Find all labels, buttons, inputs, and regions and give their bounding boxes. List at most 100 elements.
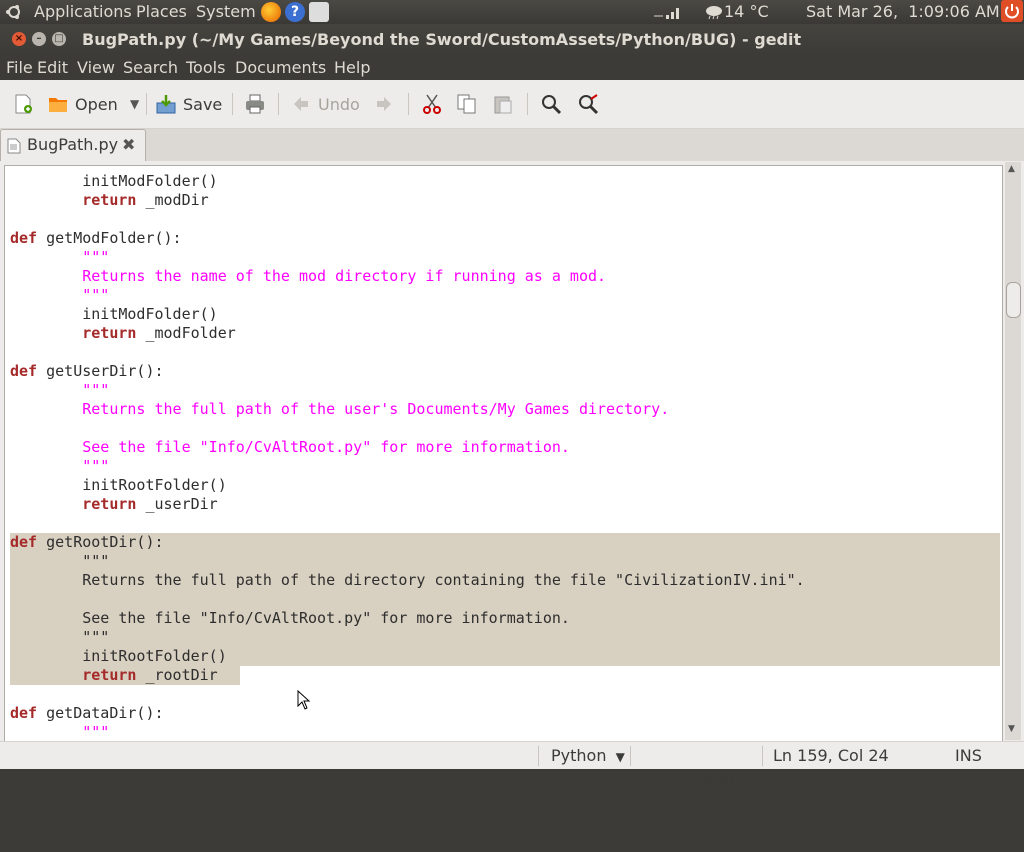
applications-menu[interactable]: Applications: [34, 1, 132, 23]
chevron-down-icon: ▼: [130, 97, 140, 111]
toolbar: Open ▼ Save Undo: [0, 80, 1024, 129]
temperature-indicator[interactable]: 14 °C: [724, 1, 769, 23]
copy-button[interactable]: [456, 80, 478, 128]
keyword-token: return: [82, 191, 137, 209]
string-token: """: [10, 381, 110, 399]
language-selector[interactable]: Python ▼: [551, 742, 625, 769]
toolbar-separator: [527, 93, 528, 115]
vertical-scrollbar[interactable]: ▲ ▼: [1005, 162, 1021, 740]
keyword-token: return: [82, 495, 137, 513]
code-line[interactable]: return _modFolder: [10, 324, 236, 343]
code-token: initModFolder(): [10, 305, 218, 323]
tab-width-selector[interactable]: Tab Width: 8 ▼: [641, 742, 765, 818]
code-line[interactable]: return _modDir: [10, 191, 208, 210]
system-menu[interactable]: System: [196, 1, 256, 23]
new-document-icon: [15, 94, 32, 114]
save-button[interactable]: Save: [155, 80, 222, 128]
menu-view[interactable]: View: [77, 58, 115, 77]
clock[interactable]: Sat Mar 26, 1:09:06 AM: [806, 1, 1000, 23]
find-replace-icon: [579, 94, 599, 115]
code-token: initModFolder(): [10, 172, 218, 190]
code-token: initRootFolder(): [10, 647, 227, 665]
places-menu[interactable]: Places: [136, 1, 187, 23]
copy-icon: [457, 94, 476, 114]
code-line[interactable]: def getRootDir():: [10, 533, 164, 552]
minimize-window-icon[interactable]: –: [32, 32, 46, 46]
redo-icon: [377, 97, 391, 111]
ubuntu-logo-icon[interactable]: [5, 3, 21, 19]
print-button[interactable]: [244, 80, 266, 128]
code-line[interactable]: def getModFolder():: [10, 229, 182, 248]
menu-file[interactable]: File: [6, 58, 33, 77]
keyword-token: def: [10, 229, 38, 247]
code-line[interactable]: def getUserDir():: [10, 362, 164, 381]
maximize-window-icon[interactable]: □: [52, 32, 66, 46]
code-token: """: [10, 628, 110, 646]
keyword-token: return: [82, 324, 137, 342]
window-titlebar[interactable]: × – □ BugPath.py (~/My Games/Beyond the …: [0, 24, 1024, 54]
code-line[interactable]: def getDataDir():: [10, 704, 164, 723]
code-line[interactable]: """: [10, 248, 109, 267]
top-panel: Applications Places System ? 14 °C Sat M…: [0, 0, 1024, 24]
code-line[interactable]: initModFolder(): [10, 305, 218, 324]
network-signal-icon[interactable]: [652, 3, 682, 25]
tab-bugpath[interactable]: BugPath.py ✖: [0, 129, 146, 161]
weather-icon[interactable]: [705, 4, 723, 20]
window-title: BugPath.py (~/My Games/Beyond the Sword/…: [82, 30, 802, 49]
open-recent-dropdown[interactable]: ▼: [130, 80, 139, 128]
code-line[interactable]: Returns the name of the mod directory if…: [10, 267, 606, 286]
code-line[interactable]: """: [10, 628, 109, 647]
scroll-down-icon[interactable]: ▼: [1008, 724, 1015, 734]
replace-button[interactable]: [577, 80, 599, 128]
menu-help[interactable]: Help: [334, 58, 370, 77]
scrollbar-thumb[interactable]: [1006, 282, 1021, 318]
paste-button[interactable]: [492, 80, 514, 128]
code-token: getUserDir():: [37, 362, 164, 380]
code-line[interactable]: return _userDir: [10, 495, 217, 514]
menu-edit[interactable]: Edit: [37, 58, 68, 77]
keyword-token: def: [10, 704, 38, 722]
code-line[interactable]: initRootFolder(): [10, 476, 227, 495]
undo-label: Undo: [318, 94, 360, 114]
status-separator: [538, 746, 539, 766]
code-line[interactable]: Returns the full path of the directory c…: [10, 571, 804, 590]
code-line[interactable]: See the file "Info/CvAltRoot.py" for mor…: [10, 438, 570, 457]
string-token: """: [10, 457, 110, 475]
status-separator: [762, 746, 763, 766]
close-tab-icon[interactable]: ✖: [122, 135, 135, 154]
code-line[interactable]: initModFolder(): [10, 172, 218, 191]
close-window-icon[interactable]: ×: [12, 32, 26, 46]
code-line[interactable]: initRootFolder(): [10, 647, 227, 666]
help-icon[interactable]: ?: [285, 2, 305, 22]
code-line[interactable]: """: [10, 381, 109, 400]
open-button[interactable]: Open: [47, 80, 118, 128]
string-token: Returns the full path of the user's Docu…: [10, 400, 670, 418]
insert-mode: INS: [955, 746, 982, 765]
scroll-up-icon[interactable]: ▲: [1008, 164, 1015, 174]
tab-width-label: Tab Width: 8: [661, 773, 766, 792]
code-editor[interactable]: initModFolder() return _modDirdef getMod…: [4, 165, 1003, 743]
mail-icon[interactable]: [309, 2, 329, 22]
language-label: Python: [551, 746, 607, 765]
find-button[interactable]: [540, 80, 562, 128]
menu-documents[interactable]: Documents: [235, 58, 326, 77]
redo-button[interactable]: [373, 80, 395, 128]
firefox-icon[interactable]: [261, 2, 281, 22]
cursor-position: Ln 159, Col 24: [773, 746, 889, 765]
cut-button[interactable]: [421, 80, 443, 128]
menu-tools[interactable]: Tools: [186, 58, 225, 77]
menu-search[interactable]: Search: [123, 58, 178, 77]
code-line[interactable]: Returns the full path of the user's Docu…: [10, 400, 669, 419]
undo-button[interactable]: Undo: [290, 80, 360, 128]
code-line[interactable]: """: [10, 723, 109, 742]
code-line[interactable]: See the file "Info/CvAltRoot.py" for mor…: [10, 609, 570, 628]
document-tabs: BugPath.py ✖: [0, 129, 1024, 161]
code-line[interactable]: """: [10, 286, 109, 305]
chevron-down-icon: ▼: [615, 750, 625, 764]
new-document-button[interactable]: [12, 80, 34, 128]
code-line[interactable]: return _rootDir: [10, 666, 217, 685]
power-icon[interactable]: [1001, 0, 1023, 22]
code-line[interactable]: """: [10, 552, 109, 571]
code-line[interactable]: """: [10, 457, 109, 476]
